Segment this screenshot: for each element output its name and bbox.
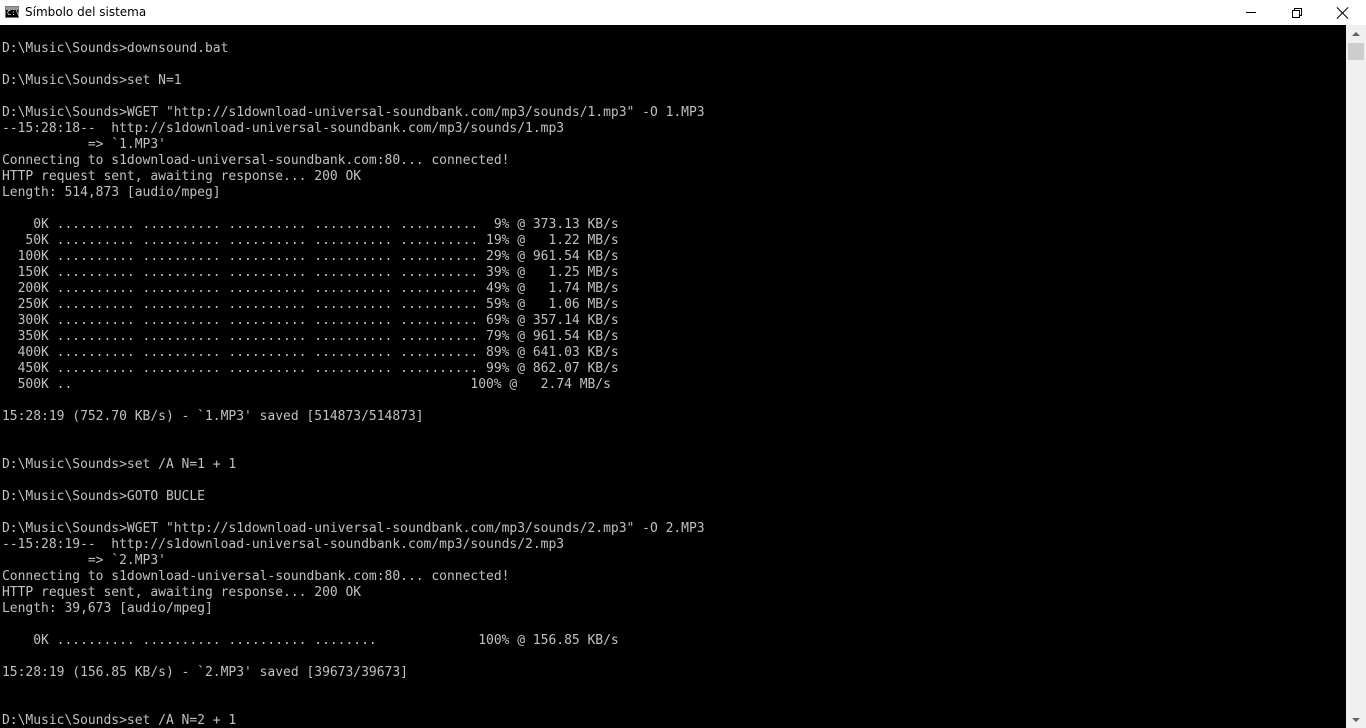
- scroll-up-arrow-icon: [1352, 31, 1360, 36]
- console-line: 150K .......... .......... .......... ..…: [2, 265, 619, 280]
- console-line: 15:28:19 (156.85 KB/s) - `2.MP3' saved […: [2, 665, 408, 680]
- close-icon: [1337, 7, 1349, 19]
- cmd-icon[interactable]: C:\: [5, 6, 20, 18]
- console-line: --15:28:19-- http://s1download-universal…: [2, 537, 565, 552]
- console-line: 350K .......... .......... .......... ..…: [2, 329, 619, 344]
- console-line: 500K .. 100% @ 2.74 MB/s: [2, 377, 611, 392]
- console-line: D:\Music\Sounds>set /A N=1 + 1: [2, 457, 237, 472]
- scroll-thumb[interactable]: [1348, 43, 1364, 60]
- console-line: D:\Music\Sounds>WGET "http://s1download-…: [2, 105, 705, 120]
- console-line: HTTP request sent, awaiting response... …: [2, 585, 362, 600]
- cmd-icon-text: C:\: [7, 9, 20, 17]
- vertical-scrollbar[interactable]: [1346, 25, 1366, 728]
- scroll-up-button[interactable]: [1346, 25, 1366, 42]
- console-line: 15:28:19 (752.70 KB/s) - `1.MP3' saved […: [2, 409, 424, 424]
- minimize-button[interactable]: [1228, 0, 1274, 25]
- console-line: 0K .......... .......... .......... ....…: [2, 217, 619, 232]
- console-line: Connecting to s1download-universal-sound…: [2, 569, 510, 584]
- console-line: => `1.MP3': [2, 137, 166, 152]
- window-title: Símbolo del sistema: [25, 5, 147, 19]
- console-line: 0K .......... .......... .......... ....…: [2, 633, 619, 648]
- console-output[interactable]: D:\Music\Sounds>downsound.bat D:\Music\So…: [0, 25, 1346, 728]
- scroll-down-arrow-icon: [1352, 717, 1360, 722]
- console-line: D:\Music\Sounds>set N=1: [2, 73, 182, 88]
- console-line: 100K .......... .......... .......... ..…: [2, 249, 619, 264]
- console-line: Length: 39,673 [audio/mpeg]: [2, 601, 213, 616]
- console-line: 300K .......... .......... .......... ..…: [2, 313, 619, 328]
- console-line: D:\Music\Sounds>WGET "http://s1download-…: [2, 521, 705, 536]
- maximize-button[interactable]: [1274, 0, 1320, 25]
- console-line: Length: 514,873 [audio/mpeg]: [2, 185, 221, 200]
- scroll-down-button[interactable]: [1346, 711, 1366, 728]
- console-line: 450K .......... .......... .......... ..…: [2, 361, 619, 376]
- console-line: HTTP request sent, awaiting response... …: [2, 169, 362, 184]
- console-line: D:\Music\Sounds>GOTO BUCLE: [2, 489, 205, 504]
- console-line: 250K .......... .......... .......... ..…: [2, 297, 619, 312]
- console-line: D:\Music\Sounds>downsound.bat: [2, 41, 229, 56]
- console-line: 50K .......... .......... .......... ...…: [2, 233, 619, 248]
- console-line: 200K .......... .......... .......... ..…: [2, 281, 619, 296]
- console-line: --15:28:18-- http://s1download-universal…: [2, 121, 565, 136]
- minimize-icon: [1246, 12, 1256, 13]
- console-line: D:\Music\Sounds>set /A N=2 + 1: [2, 713, 237, 728]
- restore-icon: [1292, 7, 1302, 18]
- title-bar[interactable]: C:\ Símbolo del sistema: [0, 0, 1366, 25]
- console-line: => `2.MP3': [2, 553, 166, 568]
- console-line: 400K .......... .......... .......... ..…: [2, 345, 619, 360]
- cmd-window: C:\ Símbolo del sistema D:\Music\Sounds>…: [0, 0, 1366, 728]
- close-button[interactable]: [1320, 0, 1366, 25]
- console-text: D:\Music\Sounds>downsound.bat D:\Music\So…: [2, 41, 705, 728]
- console-line: Connecting to s1download-universal-sound…: [2, 153, 510, 168]
